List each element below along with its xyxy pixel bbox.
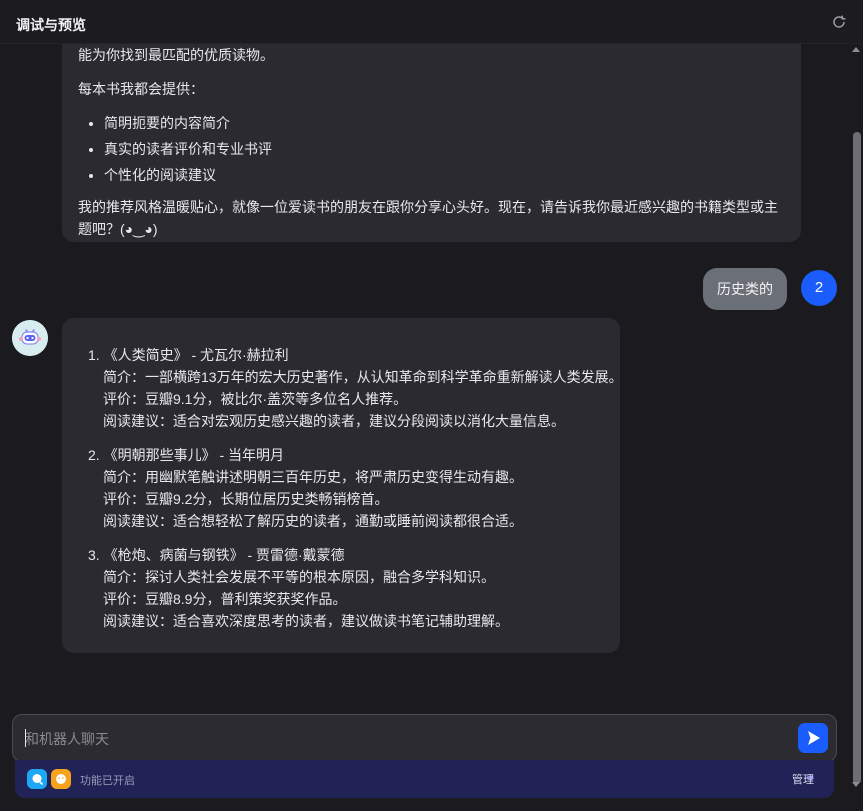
smile-icon[interactable]: [51, 769, 71, 789]
robot-avatar-icon: [12, 320, 48, 356]
book-recommendation-3: 3. 《枪炮、病菌与钢铁》 - 贾雷德·戴蒙德 简介：探讨人类社会发展不平等的根…: [88, 544, 604, 632]
book-recommendation-2: 2. 《明朝那些事儿》 - 当年明月 简介：用幽默笔触讲述明朝三百年历史，将严肃…: [88, 444, 604, 532]
send-icon[interactable]: [798, 723, 828, 753]
book-summary: 简介：探讨人类社会发展不平等的根本原因，融合多学科知识。: [103, 569, 495, 585]
intro-text: 能为你找到最匹配的优质读物。: [78, 47, 274, 63]
chat-scroll-area[interactable]: 能为你找到最匹配的优质读物。 每本书我都会提供： 简明扼要的内容简介 真实的读者…: [0, 44, 848, 704]
chat-input[interactable]: [25, 728, 785, 750]
arrow-right-icon[interactable]: [804, 772, 816, 784]
offer-list: 简明扼要的内容简介 真实的读者评价和专业书评 个性化的阅读建议: [104, 112, 785, 186]
book-advice: 阅读建议：适合对宏观历史感兴趣的读者，建议分段阅读以消化大量信息。: [103, 413, 565, 429]
book-title: 1. 《人类简史》 - 尤瓦尔·赫拉利: [88, 347, 289, 363]
user-message: 历史类的: [703, 268, 787, 310]
user-message-row: 历史类的 2: [0, 268, 848, 312]
book-rating: 评价：豆瓣8.9分，普利策奖获奖作品。: [103, 591, 347, 607]
book-recommendation-1: 1. 《人类简史》 - 尤瓦尔·赫拉利 简介：一部横跨13万年的宏大历史著作，从…: [88, 344, 623, 432]
book-advice: 阅读建议：适合想轻松了解历史的读者，通勤或睡前阅读都很合适。: [103, 513, 523, 529]
offer-title: 每本书我都会提供：: [78, 81, 204, 97]
book-summary: 简介：用幽默笔触讲述明朝三百年历史，将严肃历史变得生动有趣。: [103, 469, 523, 485]
book-summary: 简介：一部横跨13万年的宏大历史著作，从认知革命到科学革命重新解读人类发展。: [103, 369, 623, 385]
list-item: 简明扼要的内容简介: [104, 112, 785, 134]
scroll-up-icon[interactable]: [852, 47, 860, 52]
book-advice: 阅读建议：适合喜欢深度思考的读者，建议做读书笔记辅助理解。: [103, 613, 509, 629]
chat-bubble-icon[interactable]: [27, 769, 47, 789]
book-title: 3. 《枪炮、病菌与钢铁》 - 贾雷德·戴蒙德: [88, 547, 345, 563]
list-item: 个性化的阅读建议: [104, 164, 785, 186]
scrollbar-thumb[interactable]: [853, 132, 861, 784]
book-title: 2. 《明朝那些事儿》 - 当年明月: [88, 447, 285, 463]
preview-header: 调试与预览: [0, 0, 863, 44]
scroll-down-icon[interactable]: [852, 782, 860, 787]
book-rating: 评价：豆瓣9.1分，被比尔·盖茨等多位名人推荐。: [103, 391, 408, 407]
chat-composer: [12, 714, 837, 762]
refresh-icon[interactable]: [831, 14, 847, 30]
book-rating: 评价：豆瓣9.2分，长期位居历史类畅销榜首。: [103, 491, 389, 507]
list-item: 真实的读者评价和专业书评: [104, 138, 785, 160]
feature-status: 功能已开启: [80, 775, 135, 787]
page-title: 调试与预览: [16, 17, 86, 33]
text-caret: [25, 729, 26, 747]
bot-message-books: 1. 《人类简史》 - 尤瓦尔·赫拉利 简介：一部横跨13万年的宏大历史著作，从…: [62, 318, 623, 653]
bot-message-intro: 能为你找到最匹配的优质读物。 每本书我都会提供： 简明扼要的内容简介 真实的读者…: [62, 44, 801, 242]
feature-toolbar: 功能已开启 管理: [15, 760, 834, 798]
closing-text: 我的推荐风格温暖贴心，就像一位爱读书的朋友在跟你分享心头好。现在，请告诉我你最近…: [78, 199, 778, 237]
user-avatar: 2: [801, 270, 837, 306]
